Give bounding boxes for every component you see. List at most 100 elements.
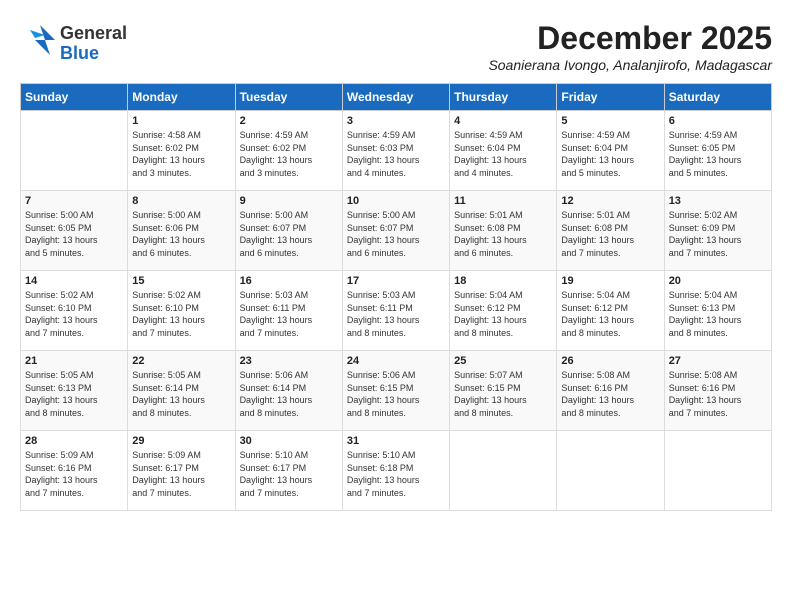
calendar-cell: 30Sunrise: 5:10 AM Sunset: 6:17 PM Dayli… — [235, 431, 342, 511]
calendar-cell: 23 Sunrise: 5:06 AM Sunset: 6:14 PM Dayli… — [235, 351, 342, 431]
calendar-cell: 16 Sunrise: 5:03 AM Sunset: 6:11 PM Dayli… — [235, 271, 342, 351]
calendar-header-row: SundayMondayTuesdayWednesdayThursdayFrid… — [21, 84, 772, 111]
calendar-cell: 6 Sunrise: 4:59 AM Sunset: 6:05 PM Daylig… — [664, 111, 771, 191]
day-number: 17 — [347, 275, 445, 287]
logo-text: General Blue — [60, 24, 127, 64]
day-number: 14 — [25, 275, 123, 287]
day-info: Sunrise: 5:01 AM Sunset: 6:08 PM Dayligh… — [454, 209, 552, 259]
day-number: 2 — [240, 115, 338, 127]
logo-blue: Blue — [60, 44, 127, 64]
day-info: Sunrise: 5:07 AM Sunset: 6:15 PM Dayligh… — [454, 369, 552, 419]
calendar-cell: 31 Sunrise: 5:10 AM Sunset: 6:18 PM Dayli… — [342, 431, 449, 511]
calendar-cell: 15Sunrise: 5:02 AM Sunset: 6:10 PM Dayli… — [128, 271, 235, 351]
day-number: 22 — [132, 355, 230, 367]
day-info: Sunrise: 5:02 AM Sunset: 6:10 PM Dayligh… — [25, 289, 123, 339]
calendar-cell: 21 Sunrise: 5:05 AM Sunset: 6:13 PM Dayli… — [21, 351, 128, 431]
calendar-body: 1 Sunrise: 4:58 AM Sunset: 6:02 PM Daylig… — [21, 111, 772, 511]
day-number: 21 — [25, 355, 123, 367]
day-number: 3 — [347, 115, 445, 127]
day-info: Sunrise: 5:05 AM Sunset: 6:13 PM Dayligh… — [25, 369, 123, 419]
day-info: Sunrise: 5:08 AM Sunset: 6:16 PM Dayligh… — [561, 369, 659, 419]
calendar-header-wednesday: Wednesday — [342, 84, 449, 111]
day-number: 19 — [561, 275, 659, 287]
calendar-cell: 27 Sunrise: 5:08 AM Sunset: 6:16 PM Dayli… — [664, 351, 771, 431]
calendar-cell — [21, 111, 128, 191]
calendar-week-2: 14 Sunrise: 5:02 AM Sunset: 6:10 PM Dayli… — [21, 271, 772, 351]
day-info: Sunrise: 5:10 AM Sunset: 6:18 PM Dayligh… — [347, 449, 445, 499]
day-info: Sunrise: 5:09 AM Sunset: 6:17 PM Dayligh… — [132, 449, 230, 499]
day-number: 11 — [454, 195, 552, 207]
day-number: 5 — [561, 115, 659, 127]
calendar-cell: 25 Sunrise: 5:07 AM Sunset: 6:15 PM Dayli… — [450, 351, 557, 431]
calendar-cell: 19 Sunrise: 5:04 AM Sunset: 6:12 PM Dayli… — [557, 271, 664, 351]
day-number: 6 — [669, 115, 767, 127]
calendar-header-sunday: Sunday — [21, 84, 128, 111]
day-number: 25 — [454, 355, 552, 367]
calendar-header-thursday: Thursday — [450, 84, 557, 111]
calendar-cell: 12 Sunrise: 5:01 AM Sunset: 6:08 PM Dayli… — [557, 191, 664, 271]
day-info: Sunrise: 5:00 AM Sunset: 6:07 PM Dayligh… — [240, 209, 338, 259]
day-info: Sunrise: 5:08 AM Sunset: 6:16 PM Dayligh… — [669, 369, 767, 419]
day-number: 20 — [669, 275, 767, 287]
calendar-week-1: 7Sunrise: 5:00 AM Sunset: 6:05 PM Daylig… — [21, 191, 772, 271]
day-number: 24 — [347, 355, 445, 367]
calendar-cell: 28Sunrise: 5:09 AM Sunset: 6:16 PM Dayli… — [21, 431, 128, 511]
day-info: Sunrise: 5:04 AM Sunset: 6:12 PM Dayligh… — [561, 289, 659, 339]
calendar-cell: 11 Sunrise: 5:01 AM Sunset: 6:08 PM Dayli… — [450, 191, 557, 271]
calendar-cell: 7Sunrise: 5:00 AM Sunset: 6:05 PM Daylig… — [21, 191, 128, 271]
day-info: Sunrise: 5:09 AM Sunset: 6:16 PM Dayligh… — [25, 449, 123, 499]
calendar-header-friday: Friday — [557, 84, 664, 111]
day-number: 18 — [454, 275, 552, 287]
day-info: Sunrise: 5:06 AM Sunset: 6:15 PM Dayligh… — [347, 369, 445, 419]
day-number: 4 — [454, 115, 552, 127]
calendar-week-3: 21 Sunrise: 5:05 AM Sunset: 6:13 PM Dayli… — [21, 351, 772, 431]
calendar-header-monday: Monday — [128, 84, 235, 111]
day-number: 13 — [669, 195, 767, 207]
day-info: Sunrise: 5:02 AM Sunset: 6:09 PM Dayligh… — [669, 209, 767, 259]
day-info: Sunrise: 4:59 AM Sunset: 6:05 PM Dayligh… — [669, 129, 767, 179]
day-info: Sunrise: 5:06 AM Sunset: 6:14 PM Dayligh… — [240, 369, 338, 419]
logo-general: General — [60, 24, 127, 44]
day-info: Sunrise: 5:00 AM Sunset: 6:06 PM Dayligh… — [132, 209, 230, 259]
day-number: 12 — [561, 195, 659, 207]
calendar-header-tuesday: Tuesday — [235, 84, 342, 111]
day-info: Sunrise: 5:01 AM Sunset: 6:08 PM Dayligh… — [561, 209, 659, 259]
day-number: 7 — [25, 195, 123, 207]
day-info: Sunrise: 5:10 AM Sunset: 6:17 PM Dayligh… — [240, 449, 338, 499]
title-section: December 2025 Soanierana Ivongo, Analanj… — [488, 20, 772, 73]
calendar-table: SundayMondayTuesdayWednesdayThursdayFrid… — [20, 83, 772, 511]
day-info: Sunrise: 5:03 AM Sunset: 6:11 PM Dayligh… — [240, 289, 338, 339]
day-number: 31 — [347, 435, 445, 447]
calendar-cell: 13 Sunrise: 5:02 AM Sunset: 6:09 PM Dayli… — [664, 191, 771, 271]
day-number: 10 — [347, 195, 445, 207]
calendar-cell: 17 Sunrise: 5:03 AM Sunset: 6:11 PM Dayli… — [342, 271, 449, 351]
location-title: Soanierana Ivongo, Analanjirofo, Madagas… — [488, 57, 772, 73]
calendar-cell: 22 Sunrise: 5:05 AM Sunset: 6:14 PM Dayli… — [128, 351, 235, 431]
calendar-cell: 1 Sunrise: 4:58 AM Sunset: 6:02 PM Daylig… — [128, 111, 235, 191]
day-number: 26 — [561, 355, 659, 367]
page-header: General Blue December 2025 Soanierana Iv… — [20, 20, 772, 73]
day-info: Sunrise: 5:04 AM Sunset: 6:12 PM Dayligh… — [454, 289, 552, 339]
calendar-cell: 9Sunrise: 5:00 AM Sunset: 6:07 PM Daylig… — [235, 191, 342, 271]
calendar-cell: 29 Sunrise: 5:09 AM Sunset: 6:17 PM Dayli… — [128, 431, 235, 511]
day-number: 27 — [669, 355, 767, 367]
day-number: 16 — [240, 275, 338, 287]
calendar-cell: 10 Sunrise: 5:00 AM Sunset: 6:07 PM Dayli… — [342, 191, 449, 271]
calendar-cell: 2Sunrise: 4:59 AM Sunset: 6:02 PM Daylig… — [235, 111, 342, 191]
day-info: Sunrise: 5:05 AM Sunset: 6:14 PM Dayligh… — [132, 369, 230, 419]
day-info: Sunrise: 4:58 AM Sunset: 6:02 PM Dayligh… — [132, 129, 230, 179]
month-title: December 2025 — [488, 20, 772, 57]
calendar-cell: 14 Sunrise: 5:02 AM Sunset: 6:10 PM Dayli… — [21, 271, 128, 351]
calendar-cell — [664, 431, 771, 511]
day-info: Sunrise: 5:04 AM Sunset: 6:13 PM Dayligh… — [669, 289, 767, 339]
calendar-cell: 20 Sunrise: 5:04 AM Sunset: 6:13 PM Dayli… — [664, 271, 771, 351]
calendar-cell: 26 Sunrise: 5:08 AM Sunset: 6:16 PM Dayli… — [557, 351, 664, 431]
logo: General Blue — [20, 20, 127, 67]
day-info: Sunrise: 5:03 AM Sunset: 6:11 PM Dayligh… — [347, 289, 445, 339]
calendar-cell: 3Sunrise: 4:59 AM Sunset: 6:03 PM Daylig… — [342, 111, 449, 191]
day-number: 1 — [132, 115, 230, 127]
day-info: Sunrise: 5:00 AM Sunset: 6:07 PM Dayligh… — [347, 209, 445, 259]
day-number: 29 — [132, 435, 230, 447]
day-number: 23 — [240, 355, 338, 367]
calendar-week-0: 1 Sunrise: 4:58 AM Sunset: 6:02 PM Daylig… — [21, 111, 772, 191]
